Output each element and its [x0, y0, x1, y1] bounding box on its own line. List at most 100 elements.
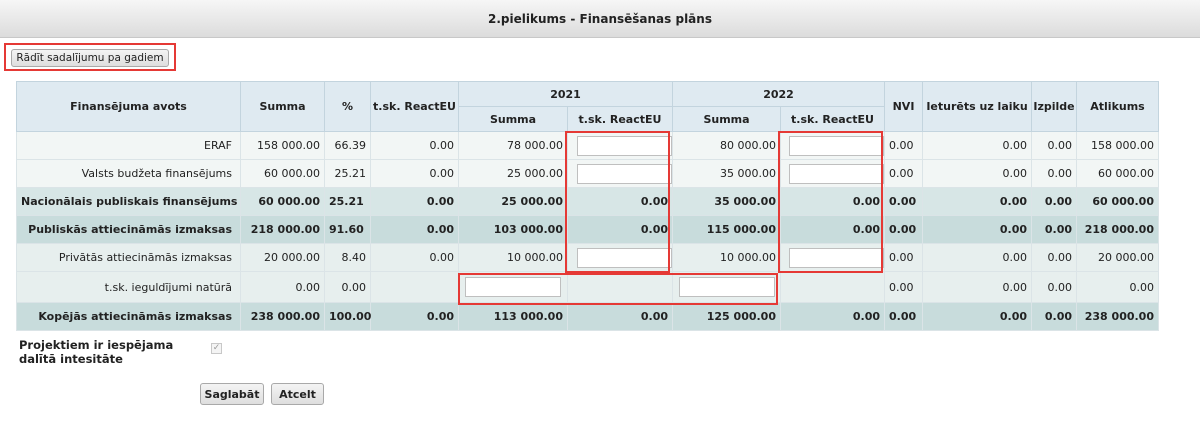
window-title-bar: 2.pielikums - Finansēšanas plāns: [0, 0, 1200, 38]
cell-react-eu: 0.00: [370, 131, 459, 160]
cell-2022-summa: 10 000.00: [672, 243, 781, 272]
privatas-2022-react-eu-input[interactable]: [789, 247, 884, 268]
header-2022-react-eu: t.sk. ReactEU: [780, 106, 885, 132]
toggle-highlight: Rādīt sadalījumu pa gadiem: [4, 43, 176, 71]
cell-nvi: 0.00: [884, 131, 923, 160]
natura-2021-summa-input[interactable]: [465, 277, 561, 297]
table-row-privatas: Privātās attiecināmās izmaksas 20 000.00…: [16, 243, 1159, 272]
header-summa: Summa: [240, 81, 325, 132]
split-intensity-label: Projektiem ir iespējama dalītā intesitāt…: [19, 338, 174, 366]
header-year-2022: 2022: [672, 81, 885, 107]
header-react-eu: t.sk. ReactEU: [370, 81, 459, 132]
header-nvi: NVI: [884, 81, 923, 132]
header-source: Finansējuma avots: [16, 81, 241, 132]
header-percent: %: [324, 81, 371, 132]
cell-2021-react-eu: [567, 271, 673, 303]
cell-percent: 100.00: [324, 302, 371, 331]
cell-percent: 91.60: [324, 215, 371, 244]
window-title: 2.pielikums - Finansēšanas plāns: [488, 11, 712, 26]
row-label: ERAF: [16, 131, 241, 160]
cell-atlikums: 218 000.00: [1076, 215, 1159, 244]
cell-2021-react-eu: [567, 243, 673, 272]
table-row-kopejas: Kopējās attiecināmās izmaksas 238 000.00…: [16, 302, 1159, 331]
cell-ieturets: 0.00: [922, 215, 1032, 244]
cell-react-eu: 0.00: [370, 187, 459, 216]
header-ieturets: Ieturēts uz laiku: [922, 81, 1032, 132]
cell-2021-summa: 25 000.00: [458, 187, 568, 216]
cell-summa: 60 000.00: [240, 159, 325, 188]
cell-izpilde: 0.00: [1031, 215, 1077, 244]
cell-2022-summa: 35 000.00: [672, 187, 781, 216]
cell-percent: 25.21: [324, 187, 371, 216]
header-atlikums: Atlikums: [1076, 81, 1159, 132]
cell-summa: 158 000.00: [240, 131, 325, 160]
privatas-2021-react-eu-input[interactable]: [577, 247, 672, 268]
cell-nvi: 0.00: [884, 271, 923, 303]
table-row-nacionalais: Nacionālais publiskais finansējums 60 00…: [16, 187, 1159, 216]
row-label: Kopējās attiecināmās izmaksas: [16, 302, 241, 331]
header-2021-summa: Summa: [458, 106, 568, 132]
show-by-years-button[interactable]: Rādīt sadalījumu pa gadiem: [11, 49, 169, 67]
cell-2021-react-eu: [567, 131, 673, 160]
cell-atlikums: 60 000.00: [1076, 187, 1159, 216]
cell-2021-summa: 113 000.00: [458, 302, 568, 331]
eraf-2021-react-eu-input[interactable]: [577, 135, 672, 156]
cell-izpilde: 0.00: [1031, 131, 1077, 160]
valsts-2021-react-eu-input[interactable]: [577, 163, 672, 184]
cell-2021-summa: 78 000.00: [458, 131, 568, 160]
cell-izpilde: 0.00: [1031, 302, 1077, 331]
table-row-valsts-budzets: Valsts budžeta finansējums 60 000.00 25.…: [16, 159, 1159, 188]
row-label: t.sk. ieguldījumi natūrā: [16, 271, 241, 303]
cell-izpilde: 0.00: [1031, 159, 1077, 188]
cell-summa: 60 000.00: [240, 187, 325, 216]
cell-atlikums: 238 000.00: [1076, 302, 1159, 331]
cell-2022-react-eu: [780, 131, 885, 160]
cell-2022-react-eu: 0.00: [780, 215, 885, 244]
cell-react-eu: [370, 271, 459, 303]
cell-izpilde: 0.00: [1031, 187, 1077, 216]
cell-2021-summa: 25 000.00: [458, 159, 568, 188]
cell-nvi: 0.00: [884, 302, 923, 331]
cell-react-eu: 0.00: [370, 302, 459, 331]
save-button[interactable]: Saglabāt: [200, 383, 264, 405]
header-2021-react-eu: t.sk. ReactEU: [567, 106, 673, 132]
cell-2021-react-eu: [567, 159, 673, 188]
cancel-button[interactable]: Atcelt: [271, 383, 324, 405]
cell-nvi: 0.00: [884, 243, 923, 272]
split-intensity-checkbox[interactable]: ✓: [211, 343, 222, 354]
cell-atlikums: 158 000.00: [1076, 131, 1159, 160]
check-icon: ✓: [212, 343, 221, 353]
cell-2022-summa: [672, 271, 781, 303]
table-row-publiskas: Publiskās attiecināmās izmaksas 218 000.…: [16, 215, 1159, 244]
cell-ieturets: 0.00: [922, 302, 1032, 331]
header-izpilde: Izpilde: [1031, 81, 1077, 132]
cell-percent: 0.00: [324, 271, 371, 303]
cell-izpilde: 0.00: [1031, 243, 1077, 272]
cell-2021-summa: 10 000.00: [458, 243, 568, 272]
cell-ieturets: 0.00: [922, 131, 1032, 160]
cell-2021-react-eu: 0.00: [567, 215, 673, 244]
cell-2021-react-eu: 0.00: [567, 302, 673, 331]
cell-summa: 238 000.00: [240, 302, 325, 331]
eraf-2022-react-eu-input[interactable]: [789, 135, 884, 156]
cell-2022-summa: 35 000.00: [672, 159, 781, 188]
financing-plan-table: Finansējuma avots Summa % t.sk. ReactEU …: [16, 81, 1159, 331]
cell-atlikums: 60 000.00: [1076, 159, 1159, 188]
cell-2022-summa: 115 000.00: [672, 215, 781, 244]
cell-2022-react-eu: [780, 243, 885, 272]
row-label: Publiskās attiecināmās izmaksas: [16, 215, 241, 244]
cell-2021-summa: 103 000.00: [458, 215, 568, 244]
valsts-2022-react-eu-input[interactable]: [789, 163, 884, 184]
cell-2021-summa: [458, 271, 568, 303]
cell-2022-react-eu: [780, 159, 885, 188]
natura-2022-summa-input[interactable]: [678, 277, 775, 297]
cell-2022-react-eu: [780, 271, 885, 303]
cell-ieturets: 0.00: [922, 243, 1032, 272]
row-label: Privātās attiecināmās izmaksas: [16, 243, 241, 272]
cell-percent: 8.40: [324, 243, 371, 272]
cell-react-eu: 0.00: [370, 215, 459, 244]
cell-react-eu: 0.00: [370, 243, 459, 272]
cell-ieturets: 0.00: [922, 159, 1032, 188]
cell-2022-summa: 80 000.00: [672, 131, 781, 160]
cell-2021-react-eu: 0.00: [567, 187, 673, 216]
